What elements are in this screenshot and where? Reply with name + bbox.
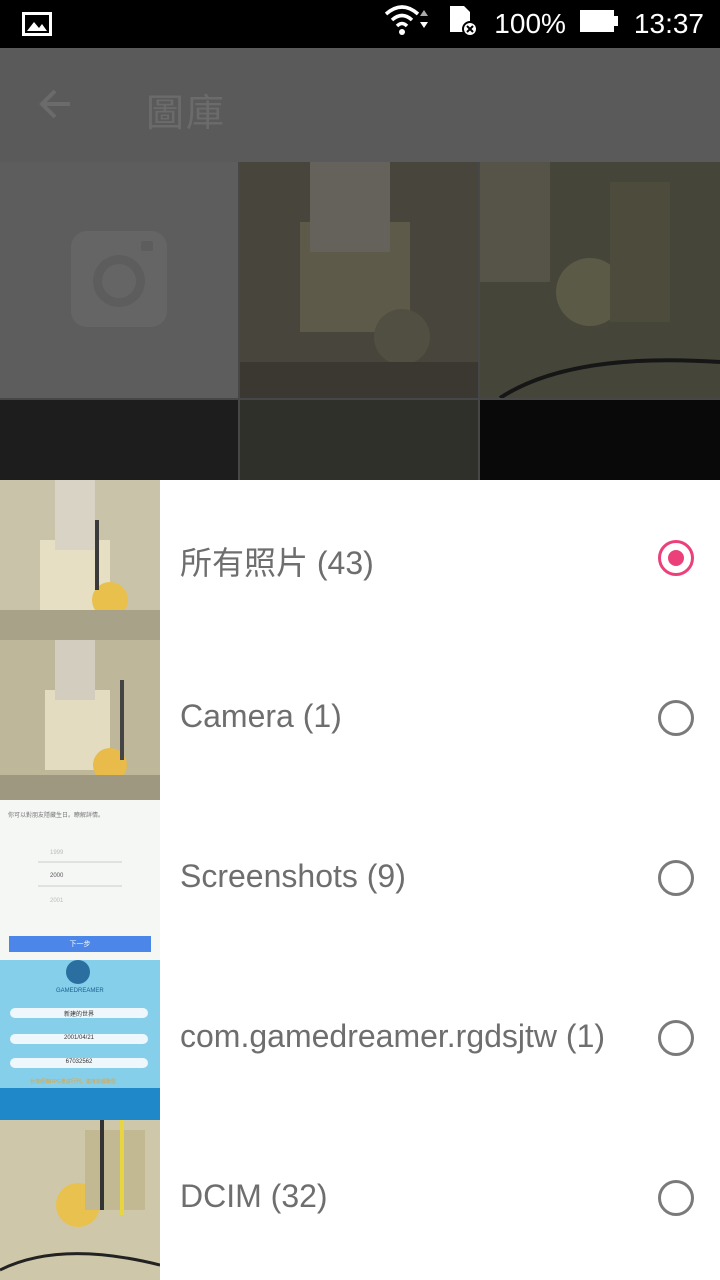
instagram-icon [69, 229, 169, 334]
album-thumbnail [0, 640, 160, 800]
album-thumbnail: GAMEDREAMER 新建的世界 2001/04/21 67032562 台灣… [0, 960, 160, 1120]
clock: 13:37 [633, 8, 704, 39]
album-label: com.gamedreamer.rgdsjtw (1) [180, 1018, 606, 1054]
album-label: DCIM (32) [180, 1178, 328, 1214]
radio-unselected[interactable] [658, 1180, 694, 1216]
photo-tile[interactable] [240, 400, 478, 480]
svg-text:2000: 2000 [50, 873, 64, 879]
album-row-dcim[interactable]: DCIM (32) [0, 1120, 720, 1280]
album-thumbnail [0, 480, 160, 640]
app-bar: 圖庫 [0, 48, 720, 162]
image-icon [22, 12, 52, 41]
svg-text:2001: 2001 [50, 898, 64, 904]
page-title: 圖庫 [146, 93, 227, 135]
thumb-next-button: 下一步 [69, 941, 91, 948]
photo-tile[interactable] [0, 400, 238, 480]
album-picker-sheet: 所有照片 (43) Camera (1) 你可以對朋友隱藏生日。瞭解詳情。 19… [0, 480, 720, 1280]
album-thumbnail: 你可以對朋友隱藏生日。瞭解詳情。 1999 2000 2001 下一步 [0, 800, 160, 960]
sd-card-icon [446, 4, 480, 45]
photo-tile[interactable] [480, 400, 720, 480]
album-label: 所有照片 (43) [180, 545, 374, 581]
album-label: Camera (1) [180, 698, 342, 734]
radio-selected[interactable] [658, 540, 694, 576]
thumb-field: 67032562 [65, 1059, 93, 1065]
arrow-left-icon[interactable] [36, 84, 76, 124]
photo-tile[interactable] [480, 162, 720, 400]
radio-unselected[interactable] [658, 700, 694, 736]
radio-dot [668, 550, 684, 566]
thumb-link: 台灣經典RPG重返行列，連接遊戲聯盟 [30, 1079, 116, 1085]
wifi-icon [384, 4, 432, 45]
photo-grid [0, 162, 720, 480]
svg-text:1999: 1999 [50, 850, 64, 856]
status-icons: 100% 13:37 [384, 0, 704, 48]
album-row-screenshots[interactable]: 你可以對朋友隱藏生日。瞭解詳情。 1999 2000 2001 下一步 Scre… [0, 800, 720, 960]
album-thumbnail [0, 1120, 160, 1280]
album-row-gamedreamer[interactable]: GAMEDREAMER 新建的世界 2001/04/21 67032562 台灣… [0, 960, 720, 1120]
album-label: Screenshots (9) [180, 858, 406, 894]
radio-unselected[interactable] [658, 1020, 694, 1056]
battery-icon [579, 8, 620, 41]
radio-unselected[interactable] [658, 860, 694, 896]
album-row-camera[interactable]: Camera (1) [0, 640, 720, 800]
status-bar: 100% 13:37 [0, 0, 720, 48]
album-row-all[interactable]: 所有照片 (43) [0, 480, 720, 640]
thumb-field: 新建的世界 [63, 1012, 94, 1018]
instagram-tile[interactable] [0, 162, 238, 398]
battery-percent: 100% [494, 8, 566, 39]
thumb-field: 2001/04/21 [63, 1035, 95, 1041]
photo-tile[interactable] [240, 162, 478, 398]
thumb-logo: GAMEDREAMER [56, 988, 104, 994]
